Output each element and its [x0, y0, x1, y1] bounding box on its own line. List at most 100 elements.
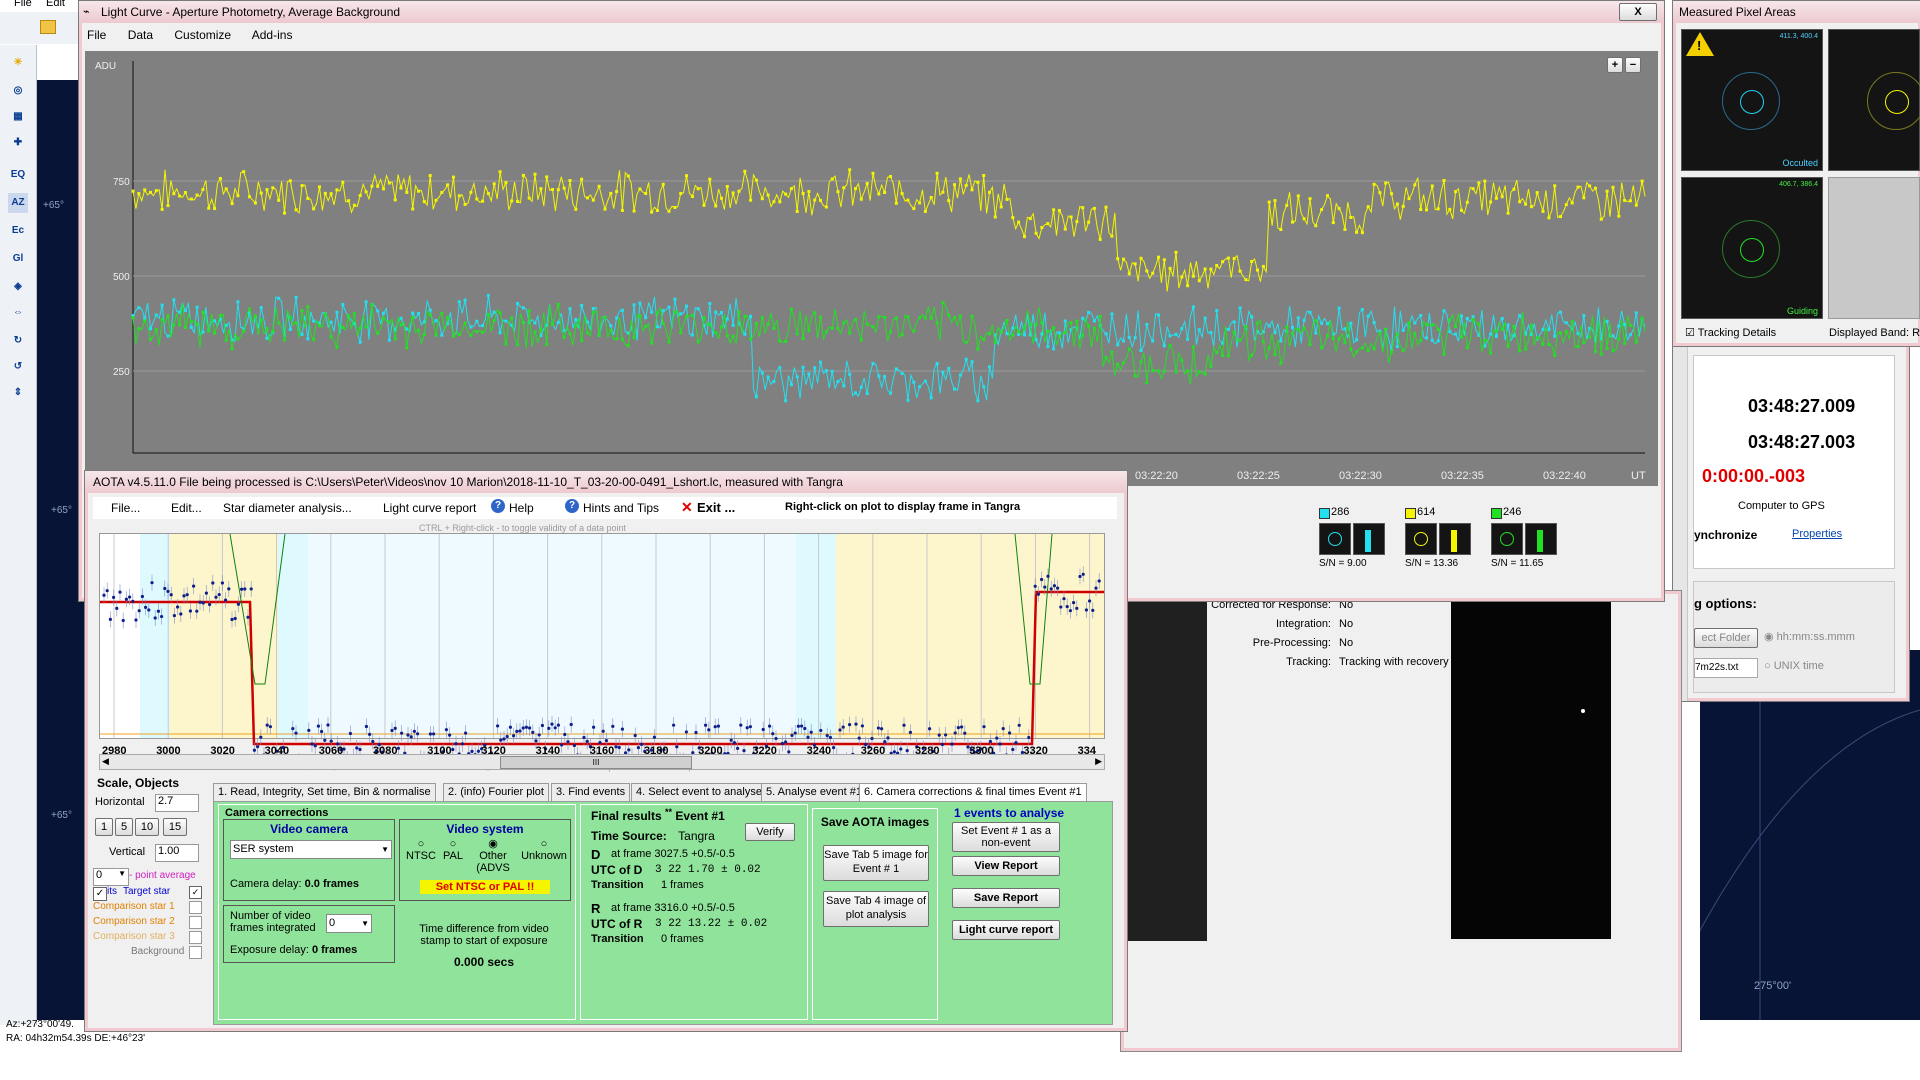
- aota-data-point[interactable]: [547, 726, 551, 731]
- aota-data-point[interactable]: [899, 747, 903, 751]
- aota-data-point[interactable]: [592, 725, 596, 729]
- aota-data-point[interactable]: [416, 732, 420, 736]
- aota-data-point[interactable]: [179, 612, 183, 616]
- aota-data-point[interactable]: [454, 742, 458, 746]
- aota-data-point[interactable]: [505, 734, 509, 739]
- aota-data-point[interactable]: [448, 733, 452, 737]
- aota-data-point[interactable]: [982, 725, 986, 729]
- aota-data-point[interactable]: [307, 728, 311, 733]
- tool-sun-icon[interactable]: ☀: [8, 53, 28, 73]
- scroll-thumb[interactable]: III: [500, 756, 692, 769]
- aota-data-point[interactable]: [800, 724, 804, 728]
- aota-data-point[interactable]: [368, 732, 372, 736]
- aota-data-point[interactable]: [1072, 601, 1076, 605]
- aota-data-point[interactable]: [675, 745, 679, 749]
- aota-data-point[interactable]: [326, 723, 330, 727]
- aota-data-point[interactable]: [774, 736, 778, 741]
- aota-data-point[interactable]: [134, 618, 138, 622]
- aota-data-point[interactable]: [524, 725, 528, 729]
- comp2-checkbox[interactable]: [189, 916, 202, 929]
- aota-data-point[interactable]: [499, 738, 503, 742]
- aota-data-point[interactable]: [1052, 584, 1056, 588]
- aota-data-point[interactable]: [1062, 597, 1066, 601]
- view-report-button[interactable]: View Report: [952, 856, 1060, 876]
- aota-data-point[interactable]: [787, 750, 791, 754]
- aota-data-point[interactable]: [627, 748, 631, 752]
- aota-data-point[interactable]: [828, 735, 833, 740]
- aota-data-point[interactable]: [236, 602, 240, 606]
- aota-data-point[interactable]: [707, 728, 711, 732]
- aota-data-point[interactable]: [857, 736, 861, 740]
- aota-data-point[interactable]: [1065, 605, 1069, 609]
- aota-data-point[interactable]: [956, 725, 961, 730]
- aota-data-point[interactable]: [208, 602, 212, 607]
- aota-data-point[interactable]: [460, 742, 464, 746]
- h-scale-10-button[interactable]: 10: [135, 818, 159, 836]
- aota-data-point[interactable]: [211, 581, 215, 585]
- save-report-button[interactable]: Save Report: [952, 888, 1060, 908]
- tool-ec-button[interactable]: Ec: [8, 221, 28, 241]
- aota-data-point[interactable]: [124, 597, 128, 601]
- aota-data-point[interactable]: [118, 590, 122, 594]
- aota-data-point[interactable]: [444, 728, 448, 732]
- video-frame[interactable]: [1127, 591, 1207, 941]
- aota-data-point[interactable]: [1084, 608, 1088, 612]
- aota-data-point[interactable]: [540, 723, 544, 728]
- aota-data-point[interactable]: [316, 724, 320, 728]
- aota-data-point[interactable]: [256, 745, 260, 749]
- aota-data-point[interactable]: [153, 616, 157, 620]
- menu-file[interactable]: File: [87, 28, 106, 42]
- aota-data-point[interactable]: [684, 730, 689, 734]
- aota-data-point[interactable]: [320, 729, 324, 734]
- aota-data-point[interactable]: [515, 729, 519, 733]
- aota-data-point[interactable]: [105, 589, 109, 593]
- tool-flip-icon[interactable]: ◈: [8, 277, 28, 297]
- star-field-image[interactable]: [1451, 599, 1611, 939]
- aota-data-point[interactable]: [870, 736, 874, 741]
- pixel-thumb-empty[interactable]: [1828, 177, 1920, 319]
- aota-data-point[interactable]: [1043, 585, 1047, 589]
- aota-menu-edit[interactable]: Edit...: [171, 501, 202, 515]
- frames-integrated-select[interactable]: 0 ▼: [326, 914, 372, 933]
- aota-data-point[interactable]: [409, 735, 413, 739]
- aota-data-point[interactable]: [412, 729, 416, 733]
- aota-data-point[interactable]: [163, 586, 167, 591]
- tab-camera-corrections[interactable]: 6. Camera corrections & final times Even…: [859, 783, 1087, 802]
- tool-grid-icon[interactable]: ▦: [8, 107, 28, 127]
- tool-rotate-icon[interactable]: ↻: [8, 331, 28, 351]
- point-average-select[interactable]: 0 ▼: [93, 868, 129, 886]
- aota-data-point[interactable]: [905, 748, 909, 753]
- zoom-out-button[interactable]: −: [1625, 57, 1641, 73]
- pal-radio[interactable]: ○ PAL: [438, 838, 468, 862]
- aota-data-point[interactable]: [611, 724, 615, 728]
- aota-data-point[interactable]: [937, 733, 941, 737]
- aota-data-point[interactable]: [1017, 723, 1021, 727]
- tool-undo-icon[interactable]: ↺: [8, 357, 28, 377]
- aota-data-point[interactable]: [832, 746, 836, 750]
- aota-data-point[interactable]: [198, 600, 202, 604]
- lightcurve-close-button[interactable]: X: [1619, 3, 1657, 21]
- aota-data-point[interactable]: [358, 747, 362, 752]
- aota-data-point[interactable]: [892, 750, 897, 754]
- aota-plot[interactable]: 2980 3000 3020 3040 3060 3080 3100 3120 3140 3160…: [99, 533, 1105, 772]
- aota-data-point[interactable]: [268, 725, 272, 729]
- aota-data-point[interactable]: [291, 727, 295, 731]
- aota-data-point[interactable]: [908, 730, 913, 734]
- aota-data-point[interactable]: [185, 593, 189, 597]
- aota-data-point[interactable]: [121, 618, 125, 623]
- aota-data-point[interactable]: [640, 742, 644, 746]
- aota-data-point[interactable]: [860, 724, 865, 728]
- ntsc-radio[interactable]: ○ NTSC: [406, 838, 436, 862]
- tracking-details-checkbox[interactable]: ☑ Tracking Details: [1685, 326, 1776, 339]
- aota-data-point[interactable]: [1088, 599, 1092, 603]
- aota-data-point[interactable]: [598, 740, 602, 745]
- aota-data-point[interactable]: [1040, 577, 1044, 582]
- aota-data-point[interactable]: [147, 608, 151, 612]
- aota-scrollbar[interactable]: ◀ III ▶: [99, 754, 1105, 770]
- aota-data-point[interactable]: [876, 726, 881, 730]
- desktop-menu-edit[interactable]: Edit: [46, 0, 65, 9]
- aota-data-point[interactable]: [940, 742, 945, 747]
- aota-data-point[interactable]: [140, 594, 144, 599]
- aota-data-point[interactable]: [582, 735, 586, 740]
- set-non-event-button[interactable]: Set Event # 1 as a non-event: [952, 822, 1060, 852]
